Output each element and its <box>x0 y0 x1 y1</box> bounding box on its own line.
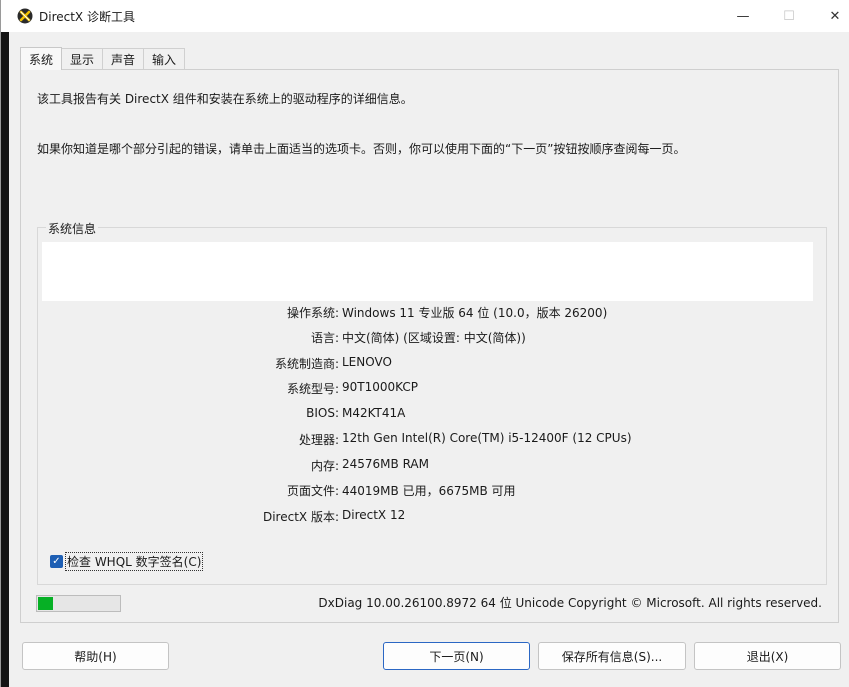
whql-checkbox[interactable]: ✓ <box>50 555 63 568</box>
info-label: 系统型号: <box>286 382 339 396</box>
progress-bar <box>36 595 121 612</box>
info-label: 处理器: <box>298 433 339 447</box>
window-title: DirectX 诊断工具 <box>39 9 135 24</box>
tab-sound[interactable]: 声音 <box>102 48 145 70</box>
group-title: 系统信息 <box>46 220 99 237</box>
info-row-memory: 内存: 24576MB RAM <box>38 457 818 477</box>
info-label: 系统制造商: <box>274 357 339 371</box>
info-row-manufacturer: 系统制造商: LENOVO <box>38 355 818 375</box>
save-all-info-button[interactable]: 保存所有信息(S)... <box>538 642 686 670</box>
title-bar[interactable]: DirectX 诊断工具 — ☐ ✕ <box>1 0 849 32</box>
system-info-group: 系统信息 操作系统: Windows 11 专业版 64 位 (10.0，版本 … <box>37 220 827 585</box>
info-row-bios: BIOS: M42KT41A <box>38 406 818 426</box>
info-row-processor: 处理器: 12th Gen Intel(R) Core(TM) i5-12400… <box>38 431 818 451</box>
intro-text-1: 该工具报告有关 DirectX 组件和安装在系统上的驱动程序的详细信息。 <box>37 92 413 106</box>
info-value: DirectX 12 <box>342 508 406 522</box>
info-row-os: 操作系统: Windows 11 专业版 64 位 (10.0，版本 26200… <box>38 304 818 324</box>
background-strip <box>1 32 9 687</box>
info-row-directx: DirectX 版本: DirectX 12 <box>38 508 818 528</box>
info-value: 90T1000KCP <box>342 380 418 394</box>
info-label: 页面文件: <box>286 484 339 498</box>
info-value: LENOVO <box>342 355 392 369</box>
tab-strip: 系统 显示 声音 输入 <box>20 47 186 70</box>
tab-system[interactable]: 系统 <box>20 47 63 70</box>
progress-fill <box>38 597 53 610</box>
info-row-pagefile: 页面文件: 44019MB 已用，6675MB 可用 <box>38 482 818 502</box>
minimize-button[interactable]: — <box>720 0 766 32</box>
blank-info-area <box>42 242 813 301</box>
exit-button[interactable]: 退出(X) <box>694 642 841 670</box>
info-value: M42KT41A <box>342 406 406 420</box>
intro-text-2: 如果你知道是哪个部分引起的错误，请单击上面适当的选项卡。否则，你可以使用下面的“… <box>37 142 686 156</box>
info-value: Windows 11 专业版 64 位 (10.0，版本 26200) <box>342 306 608 320</box>
directx-icon <box>17 8 33 24</box>
info-value: 24576MB RAM <box>342 457 429 471</box>
next-page-button[interactable]: 下一页(N) <box>383 642 530 670</box>
whql-checkbox-row[interactable]: ✓ 检查 WHQL 数字签名(C) <box>50 552 204 571</box>
info-label: 内存: <box>310 459 339 473</box>
whql-label[interactable]: 检查 WHQL 数字签名(C) <box>65 552 204 571</box>
info-value: 44019MB 已用，6675MB 可用 <box>342 484 516 498</box>
info-label: DirectX 版本: <box>262 510 339 524</box>
info-label: 操作系统: <box>286 306 339 320</box>
copyright-text: DxDiag 10.00.26100.8972 64 位 Unicode Cop… <box>318 596 822 610</box>
info-value: 12th Gen Intel(R) Core(TM) i5-12400F (12… <box>342 431 632 445</box>
maximize-button[interactable]: ☐ <box>766 0 812 32</box>
tab-display[interactable]: 显示 <box>61 48 104 70</box>
info-label: BIOS: <box>306 406 339 420</box>
system-tab-panel: 该工具报告有关 DirectX 组件和安装在系统上的驱动程序的详细信息。 如果你… <box>20 69 839 623</box>
info-value: 中文(简体) (区域设置: 中文(简体)) <box>342 331 526 345</box>
info-row-model: 系统型号: 90T1000KCP <box>38 380 818 400</box>
help-button[interactable]: 帮助(H) <box>22 642 169 670</box>
close-button[interactable]: ✕ <box>812 0 849 32</box>
info-label: 语言: <box>310 331 339 345</box>
info-row-language: 语言: 中文(简体) (区域设置: 中文(简体)) <box>38 329 818 349</box>
tab-input[interactable]: 输入 <box>143 48 186 70</box>
dxdiag-window: DirectX 诊断工具 — ☐ ✕ 系统 显示 声音 输入 该工具报告有关 D… <box>0 0 849 687</box>
